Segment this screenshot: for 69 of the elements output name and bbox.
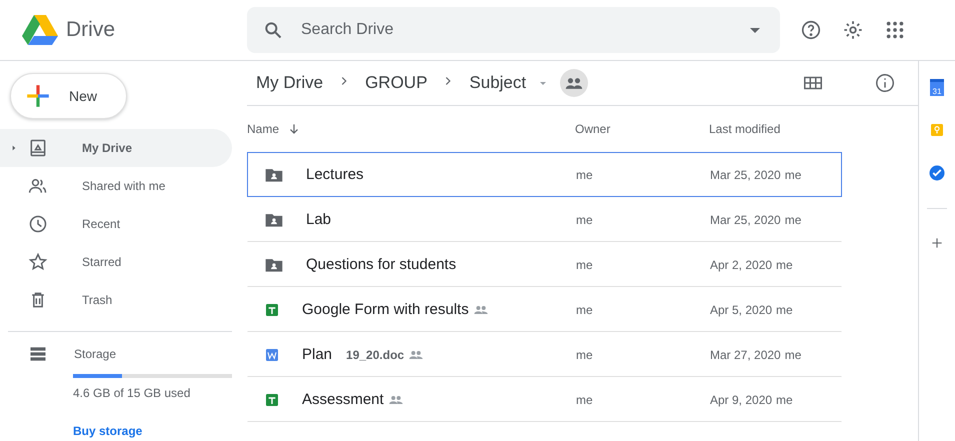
- modified-by: me: [784, 168, 802, 182]
- file-row[interactable]: Assessment me Apr 9, 2020 me: [247, 377, 842, 422]
- plus-icon: [25, 83, 51, 109]
- dropdown-icon[interactable]: [540, 82, 546, 84]
- file-row[interactable]: Plan 19_20.doc me Mar 27, 2020 me: [247, 332, 842, 377]
- star-icon: [28, 252, 48, 272]
- owner-cell-text: me: [576, 348, 594, 362]
- column-header[interactable]: Last modified: [709, 122, 780, 136]
- dropdown-icon[interactable]: [750, 28, 760, 32]
- drive-logo-icon: [22, 12, 58, 48]
- info-icon: [874, 72, 896, 94]
- keep-note-icon: [929, 122, 945, 138]
- file-row[interactable]: Lectures me Mar 25, 2020 me: [247, 152, 842, 197]
- search-bar[interactable]: Search Drive: [247, 7, 780, 53]
- buy-storage-link[interactable]: Buy storage: [73, 424, 142, 438]
- breadcrumb-item[interactable]: My Drive: [256, 73, 324, 93]
- storage-usage: 4.6 GB of 15 GB used: [73, 386, 192, 400]
- modified-date: Mar 27, 2020: [710, 348, 781, 362]
- expand-caret-icon: [10, 144, 18, 152]
- apps-grid-icon: [884, 19, 906, 41]
- file-name: Google Form with results: [302, 301, 469, 318]
- settings-icon: [842, 19, 864, 41]
- file-name: Plan: [302, 346, 332, 363]
- breadcrumb-item[interactable]: Subject: [469, 73, 526, 93]
- modified-date: Apr 5, 2020: [710, 302, 772, 316]
- new-button[interactable]: New: [10, 73, 127, 119]
- file-row[interactable]: Google Form with results me Apr 5, 2020 me: [247, 287, 842, 332]
- file-row[interactable]: Lab me Mar 25, 2020 me: [247, 197, 842, 242]
- column-header[interactable]: Owner: [575, 122, 610, 136]
- document-icon: [264, 346, 280, 362]
- file-name: Assessment: [302, 391, 384, 408]
- sidebar-item[interactable]: My Drive: [0, 129, 232, 167]
- file-name: Lab: [306, 211, 332, 228]
- drive-icon: [28, 138, 48, 158]
- modified-by: me: [776, 392, 793, 406]
- modified-date: Mar 25, 2020: [710, 168, 781, 182]
- column-header[interactable]: Name: [247, 122, 280, 136]
- spreadsheet-icon: [264, 302, 280, 318]
- owner-cell-text: me: [576, 168, 594, 182]
- tasks-check-icon: [928, 164, 946, 182]
- clock-icon: [28, 214, 48, 234]
- owner-cell-text: me: [576, 258, 594, 272]
- owner-cell-text: me: [576, 392, 594, 406]
- shared-folder-badge-icon: [560, 69, 588, 97]
- help-icon: [800, 19, 822, 41]
- modified-date: Apr 2, 2020: [710, 258, 772, 272]
- owner-cell-text: me: [576, 302, 594, 316]
- sidebar-item[interactable]: Recent: [0, 205, 232, 243]
- app-title: Drive: [66, 18, 116, 42]
- modified-by: me: [784, 212, 802, 226]
- spreadsheet-icon: [264, 392, 280, 408]
- file-name: Lectures: [306, 166, 364, 183]
- owner-cell-text: me: [576, 212, 594, 226]
- modified-by: me: [776, 258, 793, 272]
- modified-by: me: [776, 302, 793, 316]
- modified-date: Mar 25, 2020: [710, 212, 781, 226]
- file-row[interactable]: Questions for students me Apr 2, 2020 me: [247, 242, 842, 287]
- calendar-icon[interactable]: 31: [930, 79, 944, 96]
- modified-by: me: [784, 348, 802, 362]
- breadcrumb-item[interactable]: GROUP: [365, 73, 428, 93]
- sidebar-item[interactable]: Shared with me: [0, 167, 232, 205]
- search-field[interactable]: Search Drive: [299, 20, 734, 40]
- file-name-fragment: 19_20.doc: [346, 348, 404, 362]
- sidebar-item[interactable]: Trash: [0, 281, 232, 319]
- storage-label: Storage: [74, 347, 116, 361]
- sidebar-item[interactable]: Starred: [0, 243, 232, 281]
- file-name: Questions for students: [306, 256, 456, 273]
- modified-date: Apr 9, 2020: [710, 392, 772, 406]
- search-icon: [263, 20, 283, 40]
